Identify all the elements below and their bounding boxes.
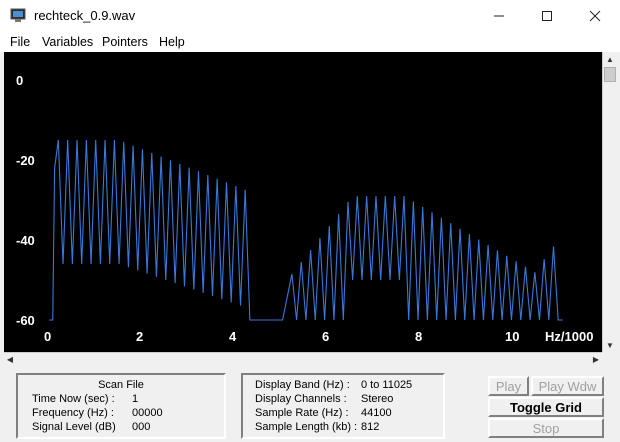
x-tick-label: 2 bbox=[136, 329, 143, 344]
close-button[interactable] bbox=[572, 0, 618, 32]
vertical-scrollbar[interactable]: ▲ ▼ bbox=[602, 52, 617, 352]
toggle-grid-button[interactable]: Toggle Grid bbox=[488, 397, 604, 417]
menu-help[interactable]: Help bbox=[159, 35, 185, 49]
y-tick-label: -20 bbox=[16, 153, 35, 168]
y-axis-labels: 0 -20 -40 -60 bbox=[16, 73, 35, 328]
minimize-button[interactable] bbox=[476, 0, 522, 32]
scan-file-title: Scan File bbox=[98, 379, 144, 391]
spectrum-line bbox=[49, 139, 563, 321]
display-band-label: Display Band (Hz) : bbox=[255, 379, 350, 391]
frequency-label: Frequency (Hz) : bbox=[32, 407, 114, 419]
time-now-label: Time Now (sec) : bbox=[32, 393, 115, 405]
stop-button[interactable]: Stop bbox=[488, 418, 604, 438]
menu-pointers[interactable]: Pointers bbox=[102, 35, 148, 49]
x-axis-labels: 0 2 4 6 8 10 Hz/1000 bbox=[44, 329, 593, 344]
x-tick-label: 0 bbox=[44, 329, 51, 344]
maximize-button[interactable] bbox=[524, 0, 570, 32]
y-tick-label: 0 bbox=[16, 73, 23, 88]
spectrum-plot[interactable]: 0 -20 -40 -60 0 2 4 6 8 10 Hz/1000 bbox=[4, 52, 602, 352]
signal-level-value: 000 bbox=[132, 421, 151, 433]
sample-rate-label: Sample Rate (Hz) : bbox=[255, 407, 349, 419]
frequency-value: 00000 bbox=[132, 407, 163, 419]
sample-rate-value: 44100 bbox=[361, 407, 392, 419]
minimize-icon bbox=[494, 15, 504, 17]
x-tick-label: 10 bbox=[505, 329, 519, 344]
close-icon bbox=[589, 10, 601, 22]
scroll-up-icon[interactable]: ▲ bbox=[603, 52, 617, 66]
x-tick-label: 8 bbox=[415, 329, 422, 344]
window-title: rechteck_0.9.wav bbox=[34, 8, 136, 23]
spectrum-svg: 0 -20 -40 -60 0 2 4 6 8 10 Hz/1000 bbox=[16, 73, 593, 344]
file-info-panel: Display Band (Hz) : 0 to 11025 Display C… bbox=[241, 373, 445, 439]
y-tick-label: -60 bbox=[16, 313, 35, 328]
display-channels-value: Stereo bbox=[361, 393, 394, 405]
sample-length-label: Sample Length (kb) : bbox=[255, 421, 358, 433]
vertical-scroll-thumb[interactable] bbox=[604, 67, 616, 82]
time-now-value: 1 bbox=[132, 393, 139, 405]
display-band-value: 0 to 11025 bbox=[361, 379, 413, 391]
x-unit-label: Hz/1000 bbox=[545, 329, 593, 344]
signal-level-label: Signal Level (dB) bbox=[32, 421, 116, 433]
y-tick-label: -40 bbox=[16, 233, 35, 248]
x-tick-label: 4 bbox=[229, 329, 237, 344]
play-window-button[interactable]: Play Wdw bbox=[531, 376, 604, 396]
play-button[interactable]: Play bbox=[488, 376, 529, 396]
scroll-right-icon[interactable]: ▶ bbox=[590, 353, 602, 365]
maximize-icon bbox=[542, 11, 552, 21]
title-bar: rechteck_0.9.wav bbox=[0, 0, 620, 32]
scan-file-panel: Scan File Time Now (sec) : 1 Frequency (… bbox=[16, 373, 226, 439]
horizontal-scrollbar[interactable]: ◀ ▶ bbox=[4, 352, 602, 365]
scroll-left-icon[interactable]: ◀ bbox=[4, 353, 16, 365]
menu-variables[interactable]: Variables bbox=[42, 35, 93, 49]
menu-bar: File Variables Pointers Help bbox=[0, 32, 620, 52]
app-icon bbox=[10, 8, 26, 23]
menu-file[interactable]: File bbox=[10, 35, 30, 49]
sample-length-value: 812 bbox=[361, 421, 380, 433]
x-tick-label: 6 bbox=[322, 329, 329, 344]
display-channels-label: Display Channels : bbox=[255, 393, 347, 405]
scroll-down-icon[interactable]: ▼ bbox=[603, 338, 617, 352]
